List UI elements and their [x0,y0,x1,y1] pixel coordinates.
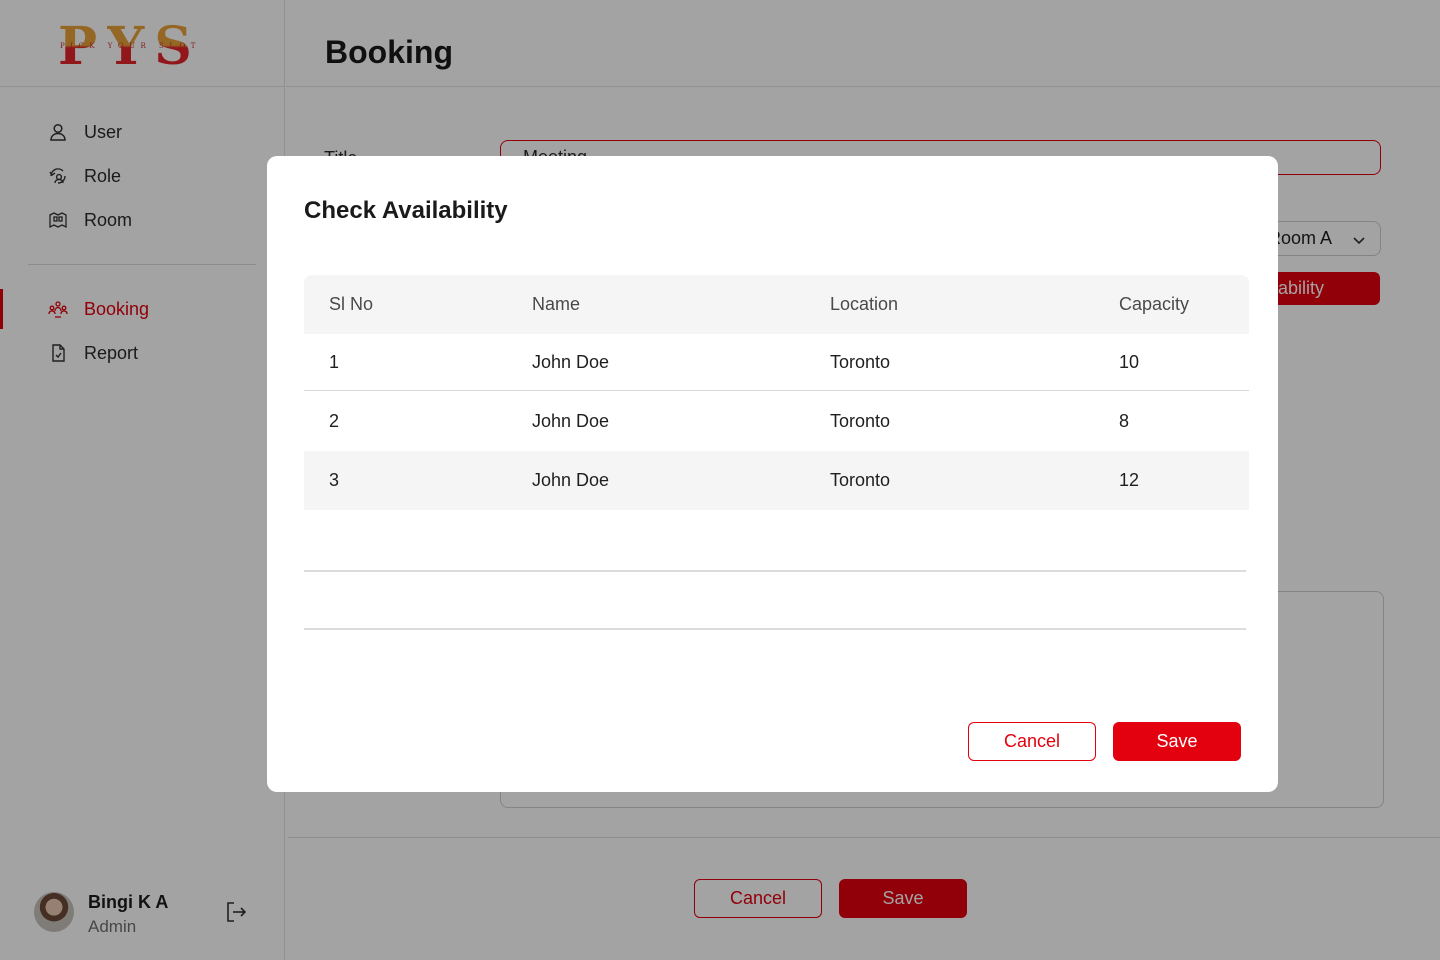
column-header: Sl No [329,294,374,314]
table-row[interactable]: 3 John Doe Toronto 12 [304,451,1249,510]
column-header: Location [830,294,899,314]
column-header: Capacity [1119,294,1190,314]
empty-row-divider [304,628,1246,630]
empty-row-divider [304,570,1246,572]
table-header-row: Sl No Name Location Capacity [304,275,1249,334]
table-cell: John Doe [532,351,610,372]
table-cell: 1 [329,351,340,372]
table-cell: John Doe [532,410,610,431]
check-availability-modal: Check Availability Sl No Name Location C… [267,156,1278,792]
table-row[interactable]: 2 John Doe Toronto 8 [304,391,1249,451]
modal-title: Check Availability [304,197,508,224]
table-cell: 12 [1119,470,1140,490]
table-cell: Toronto [830,410,891,431]
table-cell: Toronto [830,351,891,372]
modal-save-button[interactable]: Save [1113,722,1241,761]
table-cell: John Doe [532,470,610,490]
table-cell: 10 [1119,351,1140,372]
table-cell: 2 [329,410,340,431]
table-cell: 8 [1119,410,1130,431]
table-cell: 3 [329,470,340,490]
table-cell: Toronto [830,470,891,490]
modal-cancel-button[interactable]: Cancel [968,722,1096,761]
availability-table: Sl No Name Location Capacity 1 John Doe … [304,275,1249,510]
column-header: Name [532,294,581,314]
table-row[interactable]: 1 John Doe Toronto 10 [304,334,1249,391]
